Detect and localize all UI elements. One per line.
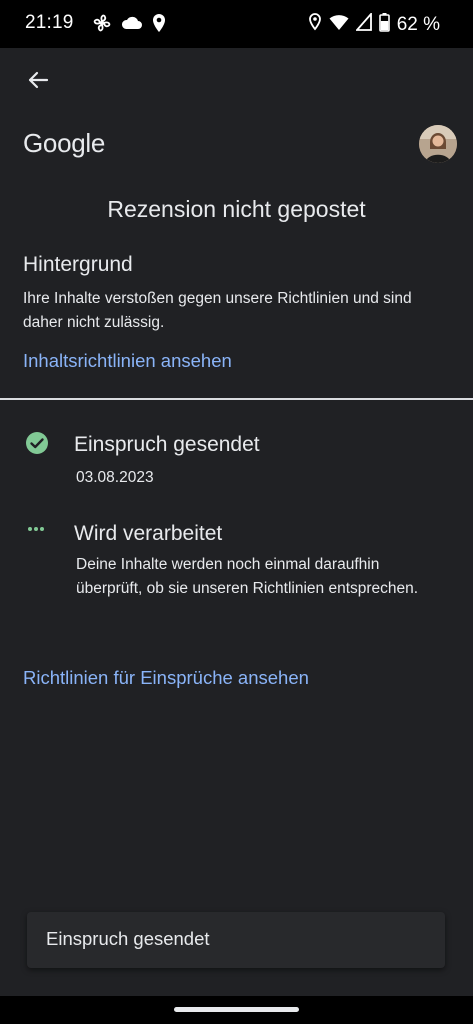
snackbar-text: Einspruch gesendet bbox=[46, 928, 210, 949]
status-right: 62 % bbox=[308, 11, 440, 37]
status-time: 21:19 bbox=[25, 12, 74, 33]
navigation-bar bbox=[0, 996, 473, 1024]
status-bar: 21:19 62 % bbox=[0, 0, 473, 48]
battery-icon bbox=[378, 12, 390, 37]
fan-icon bbox=[92, 13, 112, 38]
gesture-handle[interactable] bbox=[174, 1007, 299, 1012]
step-title-processing: Wird verarbeitet bbox=[74, 522, 223, 545]
wifi-icon bbox=[329, 13, 349, 36]
more-horiz-icon bbox=[24, 518, 50, 544]
step-description: Deine Inhalte werden noch einmal daraufh… bbox=[76, 556, 419, 597]
cloud-icon bbox=[121, 15, 143, 36]
screen: 21:19 62 % Google Rezension nicht gepost… bbox=[0, 0, 473, 1024]
account-avatar[interactable] bbox=[419, 125, 457, 163]
appeals-policy-link[interactable]: Richtlinien für Einsprüche ansehen bbox=[23, 667, 309, 689]
divider bbox=[0, 398, 473, 400]
page-title: Rezension nicht gepostet bbox=[107, 196, 366, 222]
cellular-signal-icon bbox=[354, 11, 372, 36]
google-logo: Google bbox=[23, 128, 106, 158]
battery-percent: 62 % bbox=[396, 13, 440, 35]
arrow-back-icon bbox=[28, 71, 49, 89]
snackbar: Einspruch gesendet bbox=[27, 912, 445, 968]
back-button[interactable] bbox=[22, 64, 54, 96]
step-title-sent: Einspruch gesendet bbox=[74, 433, 260, 456]
section-heading: Hintergrund bbox=[23, 253, 133, 276]
step-date: 03.08.2023 bbox=[76, 469, 154, 486]
section-body: Ihre Inhalte verstoßen gegen unsere Rich… bbox=[23, 290, 412, 331]
content-policy-link[interactable]: Inhaltsrichtlinien ansehen bbox=[23, 350, 232, 372]
location-outline-icon bbox=[308, 12, 322, 37]
check-circle-icon bbox=[24, 430, 50, 456]
status-left-icons bbox=[92, 13, 166, 38]
location-pin-icon bbox=[152, 13, 166, 38]
